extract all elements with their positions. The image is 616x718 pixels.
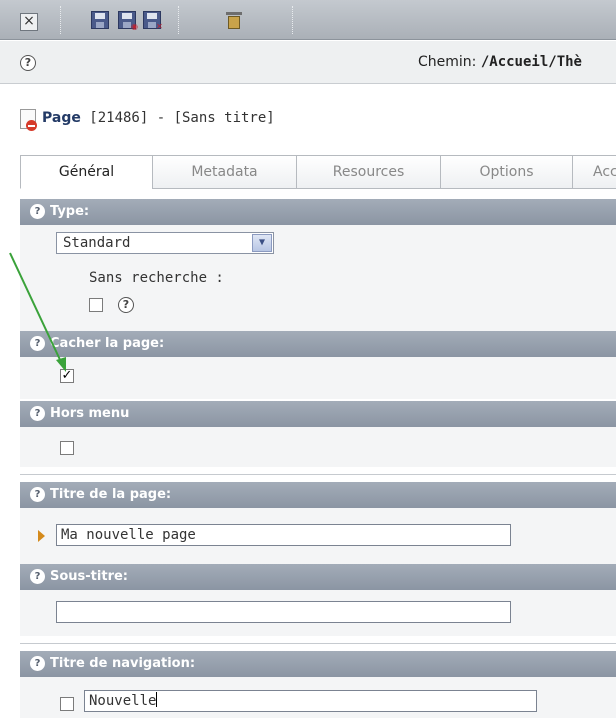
annotation-arrow bbox=[9, 252, 66, 372]
